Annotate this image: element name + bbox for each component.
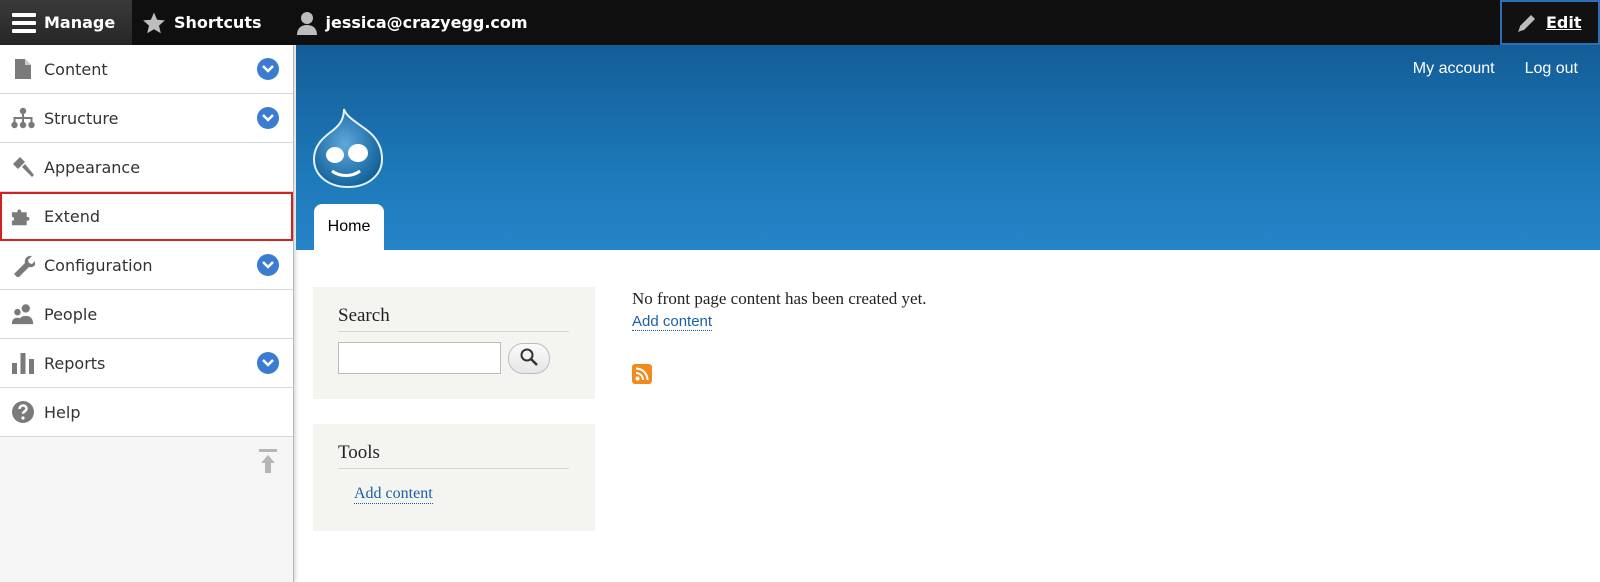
search-input[interactable] [338, 342, 501, 374]
search-block: Search [313, 287, 595, 399]
tray-item-label: Help [44, 402, 81, 422]
edit-label: Edit [1546, 13, 1582, 32]
tray-item-label: Reports [44, 353, 106, 373]
tray-item-label: Configuration [44, 255, 153, 275]
tray-item-configuration[interactable]: Configuration [0, 241, 293, 290]
site-header: My account Log out Home [296, 45, 1600, 250]
search-form [338, 342, 570, 374]
people-icon [11, 302, 35, 326]
paintbrush-icon [11, 155, 35, 179]
user-icon [296, 11, 318, 35]
hamburger-icon [12, 12, 36, 33]
empty-front-page-message: No front page content has been created y… [632, 289, 927, 308]
pencil-icon [1516, 12, 1538, 34]
tray-item-reports[interactable]: Reports [0, 339, 293, 388]
manage-button[interactable]: Manage [0, 0, 132, 45]
chevron-down-icon[interactable] [257, 352, 279, 374]
manage-label: Manage [44, 13, 116, 32]
puzzle-icon [11, 204, 35, 228]
search-button[interactable] [508, 342, 550, 374]
bar-chart-icon [11, 351, 35, 375]
edit-button[interactable]: Edit [1500, 0, 1600, 45]
main-content: No front page content has been created y… [632, 289, 927, 384]
tools-add-content-link[interactable]: Add content [354, 485, 433, 504]
tray-item-label: Appearance [44, 157, 141, 177]
tray-item-structure[interactable]: Structure [0, 94, 293, 143]
user-button[interactable]: jessica@crazyegg.com [274, 0, 540, 45]
tray-item-content[interactable]: Content [0, 45, 293, 94]
my-account-link[interactable]: My account [1413, 60, 1495, 78]
search-block-title: Search [338, 305, 569, 332]
shortcuts-button[interactable]: Shortcuts [132, 0, 274, 45]
rss-feed-icon[interactable] [632, 364, 652, 384]
drupal-logo[interactable] [310, 107, 386, 189]
user-label: jessica@crazyegg.com [325, 13, 528, 32]
tray-item-appearance[interactable]: Appearance [0, 143, 293, 192]
tray-item-label: Content [44, 59, 108, 79]
admin-toolbar: Manage Shortcuts jessica@crazyegg.com Ed… [0, 0, 1600, 45]
chevron-down-icon[interactable] [257, 254, 279, 276]
secondary-menu: My account Log out [1413, 60, 1578, 78]
star-icon [142, 11, 166, 35]
tray-item-label: Extend [44, 206, 100, 226]
sitemap-icon [11, 106, 35, 130]
tray-item-help[interactable]: Help [0, 388, 293, 437]
tray-item-label: People [44, 304, 98, 324]
tools-block-title: Tools [338, 442, 569, 469]
add-content-link[interactable]: Add content [632, 313, 713, 331]
log-out-link[interactable]: Log out [1525, 60, 1578, 78]
chevron-down-icon[interactable] [257, 107, 279, 129]
file-icon [11, 57, 35, 81]
wrench-icon [11, 253, 35, 277]
tray-item-label: Structure [44, 108, 119, 128]
chevron-down-icon[interactable] [257, 58, 279, 80]
search-icon [520, 348, 538, 369]
tray-item-people[interactable]: People [0, 290, 293, 339]
help-icon [11, 400, 35, 424]
tray-item-extend[interactable]: Extend [0, 192, 293, 241]
tray-orientation-toggle-icon[interactable] [259, 449, 277, 480]
tools-block: Tools Add content [313, 424, 595, 531]
shortcuts-label: Shortcuts [174, 13, 262, 32]
admin-tray: Content Structure Appearance Extend Conf… [0, 45, 294, 582]
tab-home[interactable]: Home [314, 204, 384, 250]
